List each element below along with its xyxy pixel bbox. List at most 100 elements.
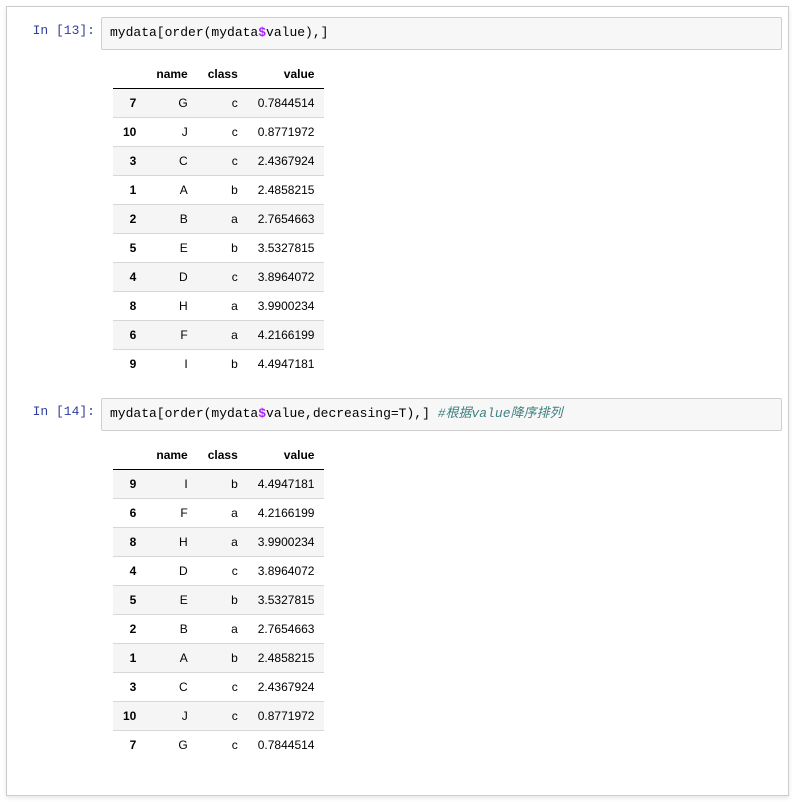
table-header: name [146,60,197,89]
cell-value: 3.5327815 [248,233,325,262]
cell-class: c [198,88,248,117]
cell-value: 0.8771972 [248,117,325,146]
cell-name: D [146,262,197,291]
table-row: 9Ib4.4947181 [113,469,324,498]
row-index: 2 [113,204,146,233]
cell-name: G [146,88,197,117]
table-row: 5Eb3.5327815 [113,585,324,614]
output-cell-13: name class value 7Gc0.784451410Jc0.87719… [13,56,782,386]
cell-name: H [146,527,197,556]
table-row: 5Eb3.5327815 [113,233,324,262]
row-index: 1 [113,643,146,672]
table-header: value [248,60,325,89]
table-header-row: name class value [113,60,324,89]
cell-value: 4.2166199 [248,320,325,349]
cell-class: b [198,643,248,672]
code-input-13[interactable]: mydata[order(mydata$value),] [101,17,782,50]
row-index: 2 [113,614,146,643]
cell-class: b [198,349,248,378]
row-index: 3 [113,672,146,701]
cell-value: 3.9900234 [248,527,325,556]
cell-value: 3.5327815 [248,585,325,614]
row-index: 3 [113,146,146,175]
cell-class: c [198,556,248,585]
cell-name: A [146,175,197,204]
cell-name: E [146,585,197,614]
table-row: 2Ba2.7654663 [113,614,324,643]
cell-value: 0.7844514 [248,88,325,117]
output-table-14: name class value 9Ib4.49471816Fa4.216619… [113,441,324,759]
table-row: 1Ab2.4858215 [113,175,324,204]
cell-name: D [146,556,197,585]
code-operator: $ [258,406,266,421]
cell-value: 3.8964072 [248,556,325,585]
cell-class: a [198,527,248,556]
cell-class: c [198,262,248,291]
table-row: 3Cc2.4367924 [113,146,324,175]
row-index: 10 [113,701,146,730]
table-row: 10Jc0.8771972 [113,117,324,146]
table-header: class [198,441,248,470]
cell-class: b [198,175,248,204]
cell-value: 4.4947181 [248,349,325,378]
code-token: mydata[order(mydata [110,25,258,40]
cell-name: J [146,117,197,146]
table-row: 1Ab2.4858215 [113,643,324,672]
cell-value: 0.8771972 [248,701,325,730]
row-index: 4 [113,262,146,291]
cell-name: F [146,320,197,349]
row-index: 9 [113,469,146,498]
cell-class: a [198,320,248,349]
cell-class: c [198,672,248,701]
row-index: 5 [113,585,146,614]
cell-class: a [198,498,248,527]
cell-value: 0.7844514 [248,730,325,759]
table-header-index [113,60,146,89]
cell-class: c [198,730,248,759]
cell-name: F [146,498,197,527]
cell-class: b [198,469,248,498]
table-row: 4Dc3.8964072 [113,262,324,291]
row-index: 6 [113,498,146,527]
table-row: 3Cc2.4367924 [113,672,324,701]
code-token: value,decreasing=T),] [266,406,438,421]
input-cell-13: In [13]: mydata[order(mydata$value),] [13,13,782,54]
cell-name: J [146,701,197,730]
table-row: 8Ha3.9900234 [113,291,324,320]
cell-value: 4.4947181 [248,469,325,498]
cell-value: 2.4858215 [248,643,325,672]
cell-value: 3.9900234 [248,291,325,320]
table-row: 7Gc0.7844514 [113,730,324,759]
table-header-index [113,441,146,470]
table-row: 7Gc0.7844514 [113,88,324,117]
row-index: 8 [113,527,146,556]
row-index: 7 [113,88,146,117]
table-row: 6Fa4.2166199 [113,498,324,527]
code-input-14[interactable]: mydata[order(mydata$value,decreasing=T),… [101,398,782,431]
cell-name: H [146,291,197,320]
output-cell-14: name class value 9Ib4.49471816Fa4.216619… [13,437,782,767]
row-index: 4 [113,556,146,585]
code-token: mydata[order(mydata [110,406,258,421]
output-table-13: name class value 7Gc0.784451410Jc0.87719… [113,60,324,378]
row-index: 1 [113,175,146,204]
table-header: value [248,441,325,470]
row-index: 10 [113,117,146,146]
cell-name: C [146,146,197,175]
cell-value: 2.4367924 [248,672,325,701]
input-prompt: In [14]: [13,398,101,431]
cell-value: 2.4367924 [248,146,325,175]
table-row: 9Ib4.4947181 [113,349,324,378]
cell-value: 4.2166199 [248,498,325,527]
cell-name: C [146,672,197,701]
notebook-container: In [13]: mydata[order(mydata$value),] na… [6,6,789,796]
cell-value: 2.4858215 [248,175,325,204]
code-comment: #根据value降序排列 [438,406,563,421]
table-header: name [146,441,197,470]
table-row: 2Ba2.7654663 [113,204,324,233]
table-header-row: name class value [113,441,324,470]
table-row: 8Ha3.9900234 [113,527,324,556]
code-operator: $ [258,25,266,40]
cell-class: b [198,233,248,262]
cell-name: B [146,614,197,643]
